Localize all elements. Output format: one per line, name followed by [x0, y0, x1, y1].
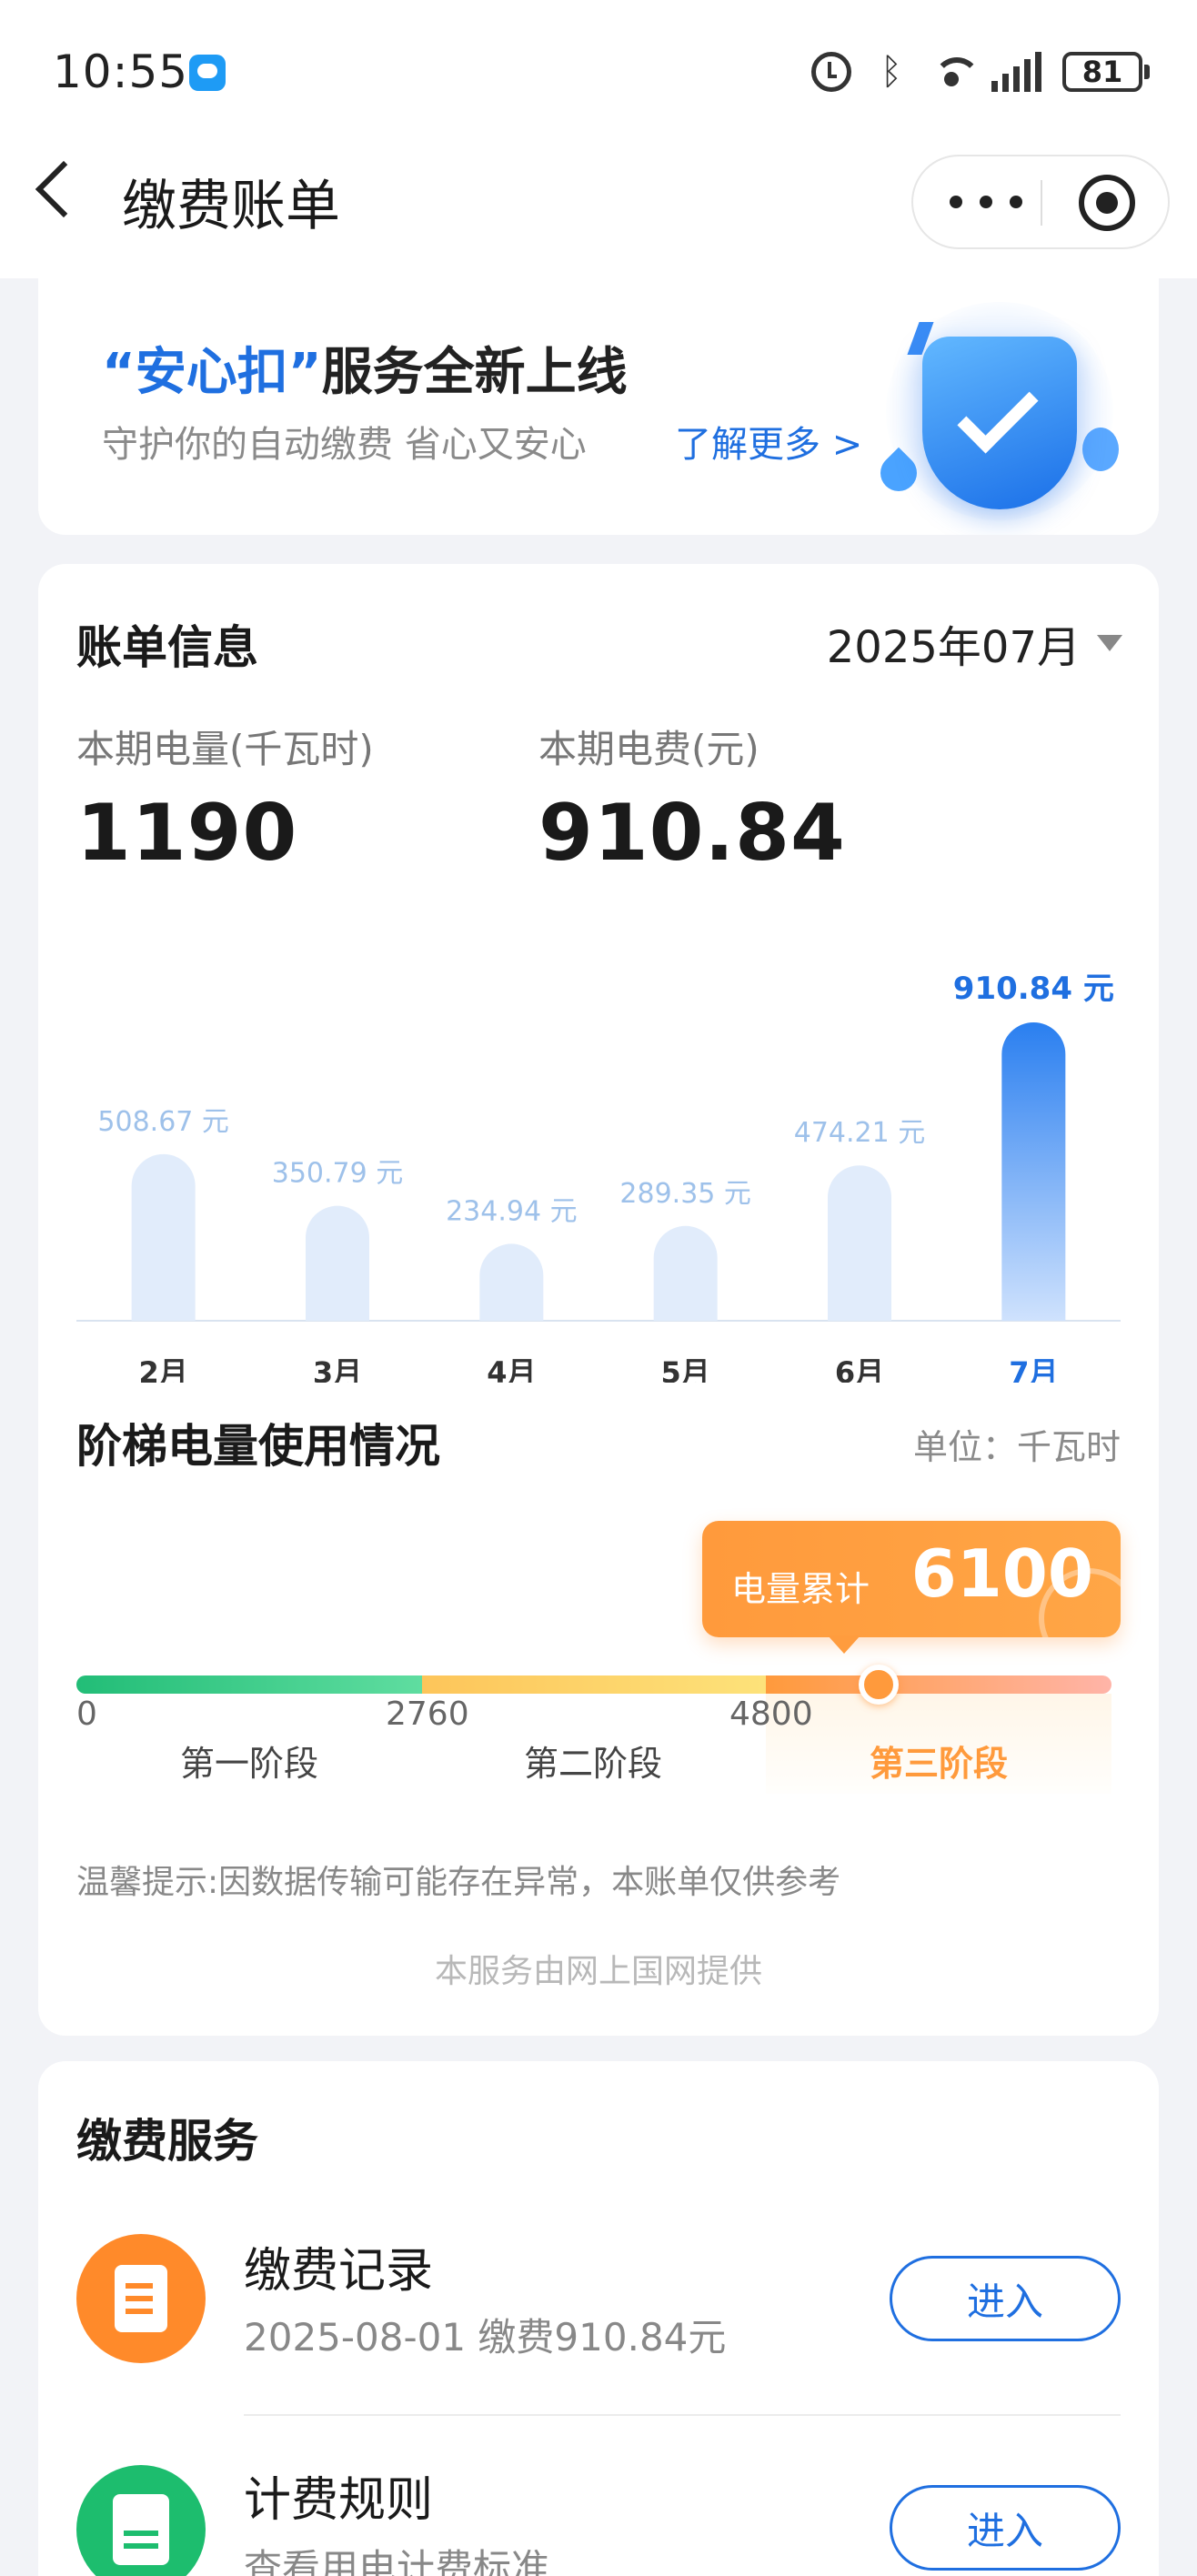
bill-info-title: 账单信息: [76, 621, 258, 674]
chart-value-label: 474.21 元: [794, 1117, 926, 1149]
chart-category-label: 3月: [313, 1355, 362, 1383]
banner-title-rest: 服务全新上线: [321, 343, 628, 402]
tooltip-pointer: [828, 1635, 860, 1654]
chart-category-label: 6月: [835, 1355, 884, 1383]
chart-bar-3月[interactable]: [306, 1205, 369, 1321]
payment-record-name: 缴费记录: [244, 2244, 434, 2299]
shield-check-icon: [922, 337, 1077, 509]
message-app-icon: [189, 55, 226, 91]
provider-text: 本服务由网上国网提供: [434, 1953, 762, 1990]
chart-value-label: 910.84 元: [953, 971, 1114, 1007]
flame-icon: [1082, 428, 1119, 471]
capsule-divider: [1041, 180, 1042, 226]
current-usage-marker: [859, 1665, 899, 1705]
status-time: 10:55: [53, 45, 189, 98]
chart-category-label: 7月: [1009, 1355, 1058, 1383]
usage-label: 本期电量(千瓦时): [76, 727, 374, 771]
payment-record-icon: [76, 2234, 206, 2363]
stage-label-3: 第三阶段: [869, 1744, 1008, 1784]
banner-title: “安心扣”服务全新上线: [102, 331, 628, 405]
stage-2-segment: [422, 1675, 766, 1694]
cumulative-usage-tooltip: 电量累计 6100: [702, 1521, 1121, 1637]
chart-bar-4月[interactable]: [479, 1243, 544, 1321]
reminder-text: 温馨提示:因数据传输可能存在异常，本账单仅供参考: [76, 1864, 841, 1901]
chart-category-label: 2月: [139, 1355, 188, 1383]
chart-value-label: 350.79 元: [272, 1158, 404, 1190]
stage-label-1: 第一阶段: [179, 1744, 318, 1784]
status-bar: 10:55 ᛒ 81: [0, 0, 1197, 146]
monthly-fee-chart: 508.67 元 2月 350.79 元 3月 234.94 元 4月 289.35 元 5月…: [76, 971, 1121, 1383]
usage-value: 1190: [76, 788, 298, 879]
more-icon[interactable]: [950, 191, 1022, 213]
stage-1-segment: [76, 1675, 422, 1694]
tier-progress-bar: [76, 1675, 1112, 1694]
month-selector[interactable]: 2025年07月: [827, 611, 1122, 675]
page-title: 缴费账单: [122, 175, 340, 238]
payment-record-desc: 2025-08-01 缴费910.84元: [244, 2315, 727, 2360]
chart-category-label: 4月: [487, 1355, 536, 1383]
chart-value-label: 289.35 元: [619, 1178, 751, 1210]
chart-category-label: 5月: [661, 1355, 710, 1383]
stage-label-2: 第二阶段: [523, 1744, 662, 1784]
chart-value-label: 234.94 元: [446, 1195, 578, 1227]
chart-bar-2月[interactable]: [131, 1153, 196, 1321]
billing-rules-desc: 查看用电计费标准: [244, 2546, 550, 2576]
month-value: 2025年07月: [826, 622, 1081, 673]
bill-info-card: 账单信息 2025年07月 本期电量(千瓦时) 1190 本期电费(元) 910…: [38, 564, 1159, 2036]
chart-bar-5月[interactable]: [653, 1225, 718, 1321]
mini-program-capsule: [911, 155, 1170, 249]
learn-more-link[interactable]: 了解更多 >: [675, 415, 862, 468]
stage-3-segment: [766, 1675, 1112, 1694]
chart-value-label: 508.67 元: [97, 1106, 229, 1138]
tooltip-label: 电量累计: [731, 1569, 870, 1609]
fee-value: 910.84: [538, 788, 846, 879]
tier-usage-title: 阶梯电量使用情况: [76, 1420, 440, 1473]
page: 10:55 ᛒ 81 缴费账单 “安心扣”服务全新上线 守护你的自动缴费 省心又…: [0, 0, 1197, 2576]
tier-tick-1: 2760: [386, 1696, 469, 1733]
signal-icon: [991, 52, 1042, 92]
billing-rules-enter-button[interactable]: 进入: [890, 2485, 1121, 2571]
banner-title-highlight: “安心扣”: [102, 343, 322, 402]
tier-tick-2: 4800: [729, 1696, 813, 1733]
status-icons: ᛒ 81: [811, 49, 1150, 95]
tier-unit: 单位：千瓦时: [912, 1427, 1121, 1467]
shield-illustration: [868, 286, 1132, 535]
fee-label: 本期电费(元): [538, 727, 759, 771]
billing-rules-name: 计费规则: [244, 2473, 434, 2528]
alarm-icon: [811, 52, 851, 92]
payment-record-enter-button[interactable]: 进入: [890, 2256, 1121, 2341]
payment-services-card: 缴费服务 缴费记录 2025-08-01 缴费910.84元 进入 计费规则 查…: [38, 2061, 1159, 2576]
chart-bar-7月[interactable]: [1001, 1022, 1066, 1321]
bluetooth-icon: ᛒ: [880, 51, 902, 93]
services-title: 缴费服务: [76, 2115, 258, 2168]
promo-banner[interactable]: “安心扣”服务全新上线 守护你的自动缴费 省心又安心 了解更多 >: [38, 278, 1159, 535]
banner-subtitle: 守护你的自动缴费 省心又安心: [102, 424, 587, 466]
billing-rules-icon: [76, 2465, 206, 2576]
caret-down-icon: [1097, 635, 1122, 651]
close-mini-program-icon[interactable]: [1079, 175, 1135, 231]
wifi-icon: [931, 52, 981, 92]
battery-icon: 81: [1062, 52, 1150, 92]
chart-bar-6月[interactable]: [828, 1165, 891, 1321]
tier-tick-0: 0: [76, 1696, 97, 1733]
services-divider: [244, 2414, 1121, 2416]
